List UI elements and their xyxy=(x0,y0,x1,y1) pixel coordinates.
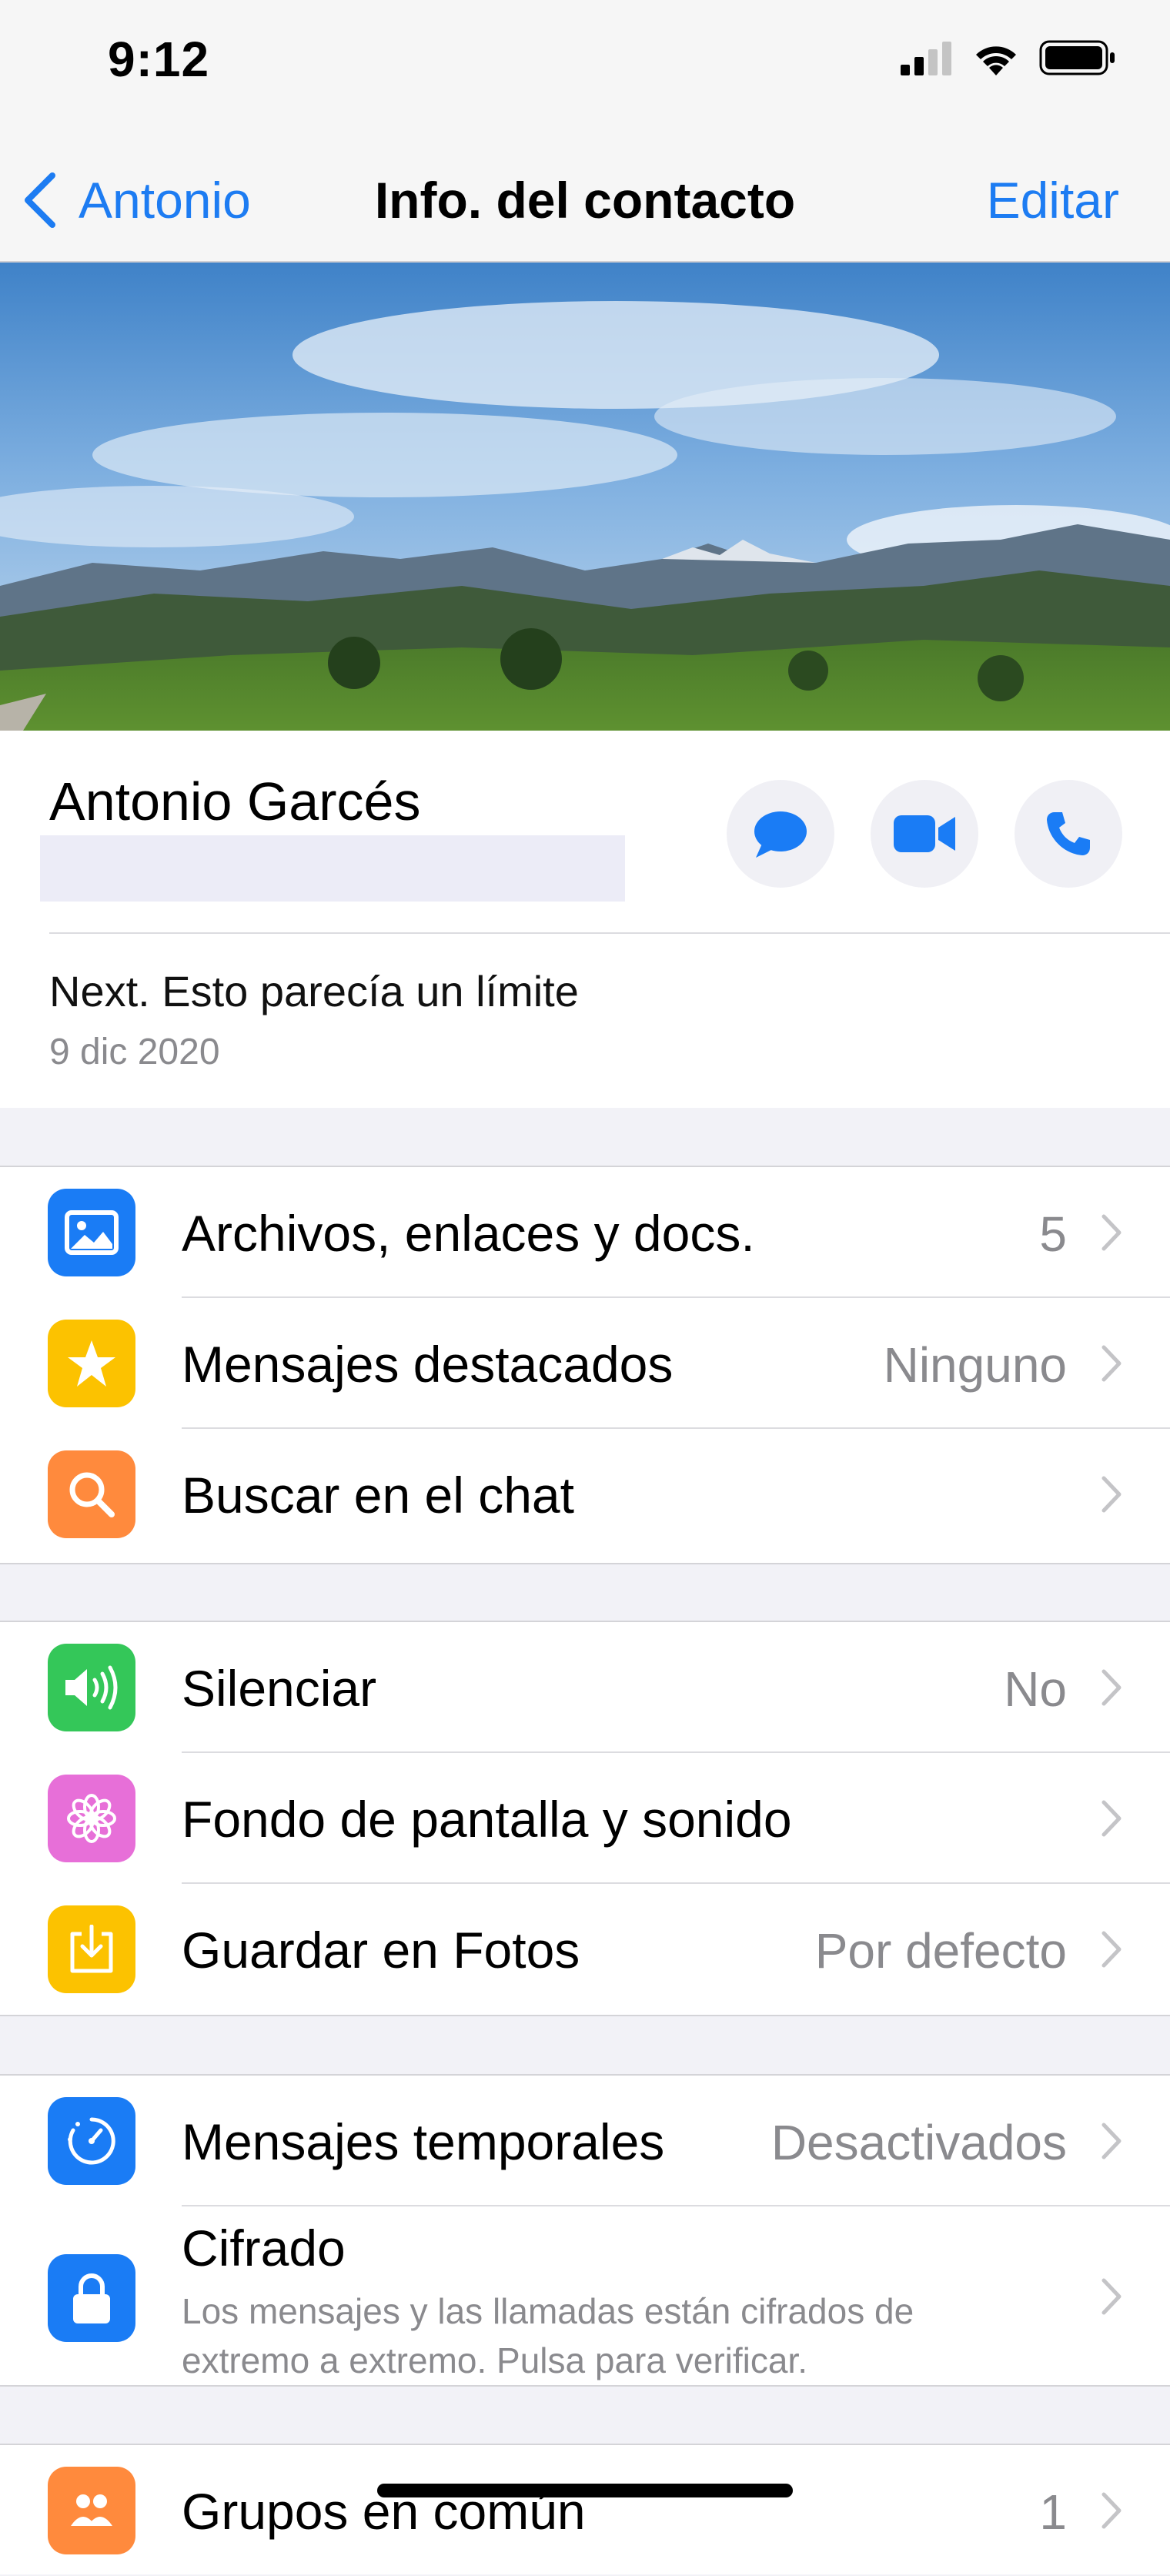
search-label: Buscar en el chat xyxy=(182,1467,574,1524)
chevron-right-icon xyxy=(1101,1345,1122,1382)
encryption-label: Cifrado xyxy=(182,2220,346,2277)
groups-in-common-row[interactable]: Grupos en común 1 xyxy=(0,2445,1170,2576)
wallpaper-sound-row[interactable]: Fondo de pantalla y sonido xyxy=(0,1753,1170,1884)
wifi-icon xyxy=(976,46,1016,75)
chevron-right-icon xyxy=(1101,2123,1122,2159)
search-chat-row[interactable]: Buscar en el chat xyxy=(0,1429,1170,1560)
chevron-right-icon xyxy=(1101,1669,1122,1706)
starred-value: Ninguno xyxy=(883,1337,1067,1393)
starred-label: Mensajes destacados xyxy=(182,1336,674,1393)
profile-card: Antonio Garcés Next. Esto parecía un lím… xyxy=(0,731,1170,1108)
flower-icon xyxy=(48,1775,135,1862)
back-button[interactable]: Antonio xyxy=(23,171,251,229)
chevron-right-icon xyxy=(1101,2278,1122,2315)
message-button[interactable] xyxy=(727,780,834,888)
groups-count: 1 xyxy=(1039,2484,1067,2540)
chevron-right-icon xyxy=(1101,1931,1122,1968)
cover-photo[interactable] xyxy=(0,263,1170,731)
divider xyxy=(49,932,1170,934)
video-call-button[interactable] xyxy=(871,780,978,888)
download-icon xyxy=(48,1905,135,1993)
groups-section: Grupos en común 1 xyxy=(0,2444,1170,2574)
save-photos-value: Por defecto xyxy=(814,1923,1067,1979)
status-bar: 9:12 xyxy=(0,0,1170,131)
settings-section: Silenciar No Fondo de pantalla y sonido xyxy=(0,1621,1170,2016)
edit-button[interactable]: Editar xyxy=(987,171,1119,229)
chat-bubble-icon xyxy=(754,811,807,858)
media-section: Archivos, enlaces y docs. 5 Mensajes des… xyxy=(0,1166,1170,1564)
privacy-section: Mensajes temporales Desactivados Cifrado… xyxy=(0,2074,1170,2387)
timer-icon xyxy=(48,2097,135,2185)
chevron-right-icon xyxy=(1101,1476,1122,1513)
temp-messages-value: Desactivados xyxy=(771,2115,1067,2170)
chevron-left-icon xyxy=(25,172,55,228)
encryption-row[interactable]: Cifrado Los mensajes y las llamadas está… xyxy=(0,2206,1170,2387)
wallpaper-label: Fondo de pantalla y sonido xyxy=(182,1791,792,1848)
contact-name: Antonio Garcés xyxy=(49,771,421,831)
photo-icon xyxy=(48,1189,135,1276)
redacted-phone-field xyxy=(40,835,625,902)
status-date: 9 dic 2020 xyxy=(49,1032,220,1072)
mute-row[interactable]: Silenciar No xyxy=(0,1622,1170,1753)
files-count: 5 xyxy=(1039,1206,1067,1262)
video-camera-icon xyxy=(894,815,955,852)
landscape-image xyxy=(0,263,1170,731)
status-time: 9:12 xyxy=(108,32,210,87)
home-indicator[interactable] xyxy=(377,2484,793,2497)
starred-messages-row[interactable]: Mensajes destacados Ninguno xyxy=(0,1298,1170,1429)
save-to-photos-row[interactable]: Guardar en Fotos Por defecto xyxy=(0,1884,1170,2015)
status-icons xyxy=(901,40,1116,75)
voice-call-button[interactable] xyxy=(1015,780,1122,888)
chevron-right-icon xyxy=(1101,2492,1122,2529)
encryption-description: Los mensajes y las llamadas están cifrad… xyxy=(182,2291,914,2380)
mute-label: Silenciar xyxy=(182,1660,377,1717)
back-label: Antonio xyxy=(79,172,251,229)
files-label: Archivos, enlaces y docs. xyxy=(182,1205,755,1262)
chevron-right-icon xyxy=(1101,1800,1122,1837)
temporary-messages-row[interactable]: Mensajes temporales Desactivados xyxy=(0,2076,1170,2206)
files-links-docs-row[interactable]: Archivos, enlaces y docs. 5 xyxy=(0,1167,1170,1298)
search-icon xyxy=(48,1450,135,1538)
speaker-icon xyxy=(48,1644,135,1731)
nav-bar: Antonio Info. del contacto Editar xyxy=(0,131,1170,263)
contact-status: Next. Esto parecía un límite xyxy=(49,967,579,1015)
star-icon xyxy=(48,1320,135,1407)
lock-icon xyxy=(48,2254,135,2342)
chevron-right-icon xyxy=(1101,1214,1122,1251)
save-photos-label: Guardar en Fotos xyxy=(182,1922,580,1979)
phone-icon xyxy=(1047,812,1090,855)
group-icon xyxy=(48,2467,135,2554)
mute-value: No xyxy=(1004,1661,1067,1717)
signal-icon xyxy=(901,42,951,75)
battery-icon xyxy=(1039,40,1115,75)
temp-messages-label: Mensajes temporales xyxy=(182,2113,665,2170)
